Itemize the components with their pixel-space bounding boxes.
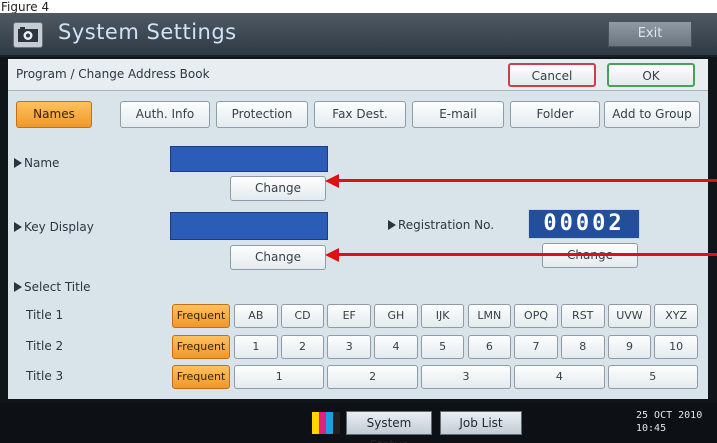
- title-1-label: Title 1: [26, 308, 64, 322]
- title-2-option-button[interactable]: 3: [327, 335, 372, 359]
- triangle-bullet-icon: [14, 158, 22, 168]
- cancel-button[interactable]: Cancel: [508, 63, 596, 87]
- title-2-option-button[interactable]: 4: [374, 335, 418, 359]
- title-2-option-button[interactable]: 9: [607, 335, 652, 359]
- tab-names[interactable]: Names: [16, 101, 92, 128]
- tab-bar: Names Auth. Info Protection Fax Dest. E-…: [8, 97, 708, 131]
- title-3-option-button[interactable]: 5: [607, 365, 698, 389]
- key-display-field[interactable]: [170, 212, 328, 240]
- status-bar: System Status Job List 25 OCT 2010 10:45: [0, 403, 717, 443]
- tab-auth-info[interactable]: Auth. Info: [120, 101, 210, 128]
- name-field[interactable]: [170, 146, 328, 172]
- system-status-button[interactable]: System Status: [346, 411, 432, 443]
- exit-button[interactable]: Exit: [608, 21, 692, 47]
- title-1-option-button[interactable]: UVW: [607, 304, 652, 328]
- name-change-button[interactable]: Change: [230, 176, 326, 201]
- title-2-option-button[interactable]: 2: [280, 335, 325, 359]
- ok-button[interactable]: OK: [607, 63, 695, 87]
- panel-header: Program / Change Address Book Cancel OK: [8, 59, 708, 91]
- key-display-change-button[interactable]: Change: [230, 245, 326, 270]
- registration-number-display: 00002: [528, 209, 640, 239]
- annotation-arrow-head-icon: [325, 248, 339, 262]
- tab-folder[interactable]: Folder: [510, 101, 600, 128]
- name-label: Name: [14, 156, 59, 170]
- title-3-option-button[interactable]: 3: [420, 365, 512, 389]
- tab-fax-dest[interactable]: Fax Dest.: [314, 101, 406, 128]
- settings-gear-icon: [13, 22, 43, 48]
- title-3-label: Title 3: [26, 369, 64, 383]
- title-1-option-button[interactable]: OPQ: [514, 304, 558, 328]
- title-2-option-button[interactable]: 8: [560, 335, 605, 359]
- date-text: 25 OCT 2010: [636, 410, 703, 421]
- title-1-option-button[interactable]: RST: [560, 304, 605, 328]
- time-text: 10:45: [636, 423, 667, 434]
- title-3-option-button[interactable]: 4: [514, 365, 605, 389]
- title-1-option-button[interactable]: AB: [234, 304, 278, 328]
- triangle-bullet-icon: [388, 220, 396, 230]
- triangle-bullet-icon: [14, 222, 22, 232]
- key-display-label: Key Display: [14, 220, 94, 234]
- title-1-option-button[interactable]: EF: [327, 304, 372, 328]
- job-list-button[interactable]: Job List: [440, 411, 522, 435]
- title-2-option-button[interactable]: 5: [420, 335, 465, 359]
- panel-title: Program / Change Address Book: [16, 67, 210, 81]
- tab-e-mail[interactable]: E-mail: [412, 101, 504, 128]
- title-2-frequent-button[interactable]: Frequent: [172, 335, 230, 359]
- title-1-option-button[interactable]: LMN: [467, 304, 512, 328]
- annotation-arrow-head-icon: [325, 174, 339, 188]
- toner-cmyk-icon: [312, 412, 340, 434]
- title-3-option-button[interactable]: 2: [327, 365, 418, 389]
- title-2-option-button[interactable]: 10: [654, 335, 698, 359]
- title-1-frequent-button[interactable]: Frequent: [172, 304, 230, 328]
- select-title-label: Select Title: [14, 280, 91, 294]
- title-1-option-button[interactable]: GH: [374, 304, 418, 328]
- title-2-option-button[interactable]: 6: [467, 335, 512, 359]
- annotation-arrow-line: [338, 253, 717, 256]
- triangle-bullet-icon: [14, 282, 22, 292]
- address-book-panel: Program / Change Address Book Cancel OK …: [8, 59, 708, 399]
- tab-protection[interactable]: Protection: [216, 101, 308, 128]
- title-2-label: Title 2: [26, 339, 64, 353]
- tab-add-to-group[interactable]: Add to Group: [604, 101, 700, 128]
- title-1-option-button[interactable]: IJK: [420, 304, 465, 328]
- figure-label: Figure 4: [1, 0, 50, 14]
- registration-no-label: Registration No.: [388, 218, 494, 232]
- title-3-option-button[interactable]: 1: [234, 365, 325, 389]
- date-time: 25 OCT 2010 10:45: [636, 409, 702, 435]
- window-title: System Settings: [58, 20, 237, 44]
- title-2-option-button[interactable]: 1: [234, 335, 278, 359]
- title-bar: System Settings Exit: [0, 13, 717, 57]
- title-2-option-button[interactable]: 7: [514, 335, 558, 359]
- title-1-option-button[interactable]: XYZ: [654, 304, 698, 328]
- annotation-arrow-line: [338, 179, 717, 182]
- title-3-frequent-button[interactable]: Frequent: [172, 365, 230, 389]
- device-screen: System Settings Exit Program / Change Ad…: [0, 13, 717, 443]
- title-1-option-button[interactable]: CD: [280, 304, 325, 328]
